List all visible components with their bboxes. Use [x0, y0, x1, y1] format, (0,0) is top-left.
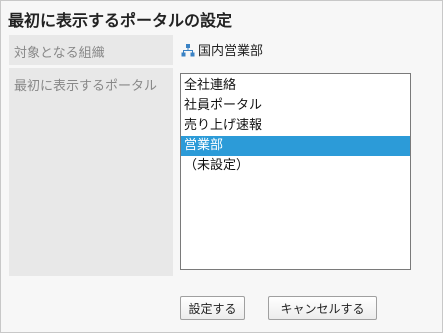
portal-listbox[interactable]: 全社連絡 社員ポータル 売り上げ速報 営業部 （未設定）: [180, 73, 411, 270]
portal-option[interactable]: （未設定）: [181, 156, 410, 176]
portal-option[interactable]: 全社連絡: [181, 76, 410, 96]
org-value: 国内営業部: [181, 40, 263, 59]
portal-label: 最初に表示するポータル: [9, 68, 173, 276]
cancel-button[interactable]: キャンセルする: [268, 296, 377, 320]
org-name: 国内営業部: [198, 44, 264, 59]
page-title: 最初に表示するポータルの設定: [8, 11, 233, 30]
portal-option[interactable]: 営業部: [181, 136, 410, 156]
portal-option[interactable]: 社員ポータル: [181, 96, 410, 116]
save-button[interactable]: 設定する: [180, 296, 245, 320]
settings-panel: 最初に表示するポータルの設定 対象となる組織 国内営業部 最初に表示するポータル…: [0, 0, 443, 333]
portal-option[interactable]: 売り上げ速報: [181, 116, 410, 136]
org-label: 対象となる組織: [9, 35, 173, 65]
organization-icon: [181, 43, 195, 56]
